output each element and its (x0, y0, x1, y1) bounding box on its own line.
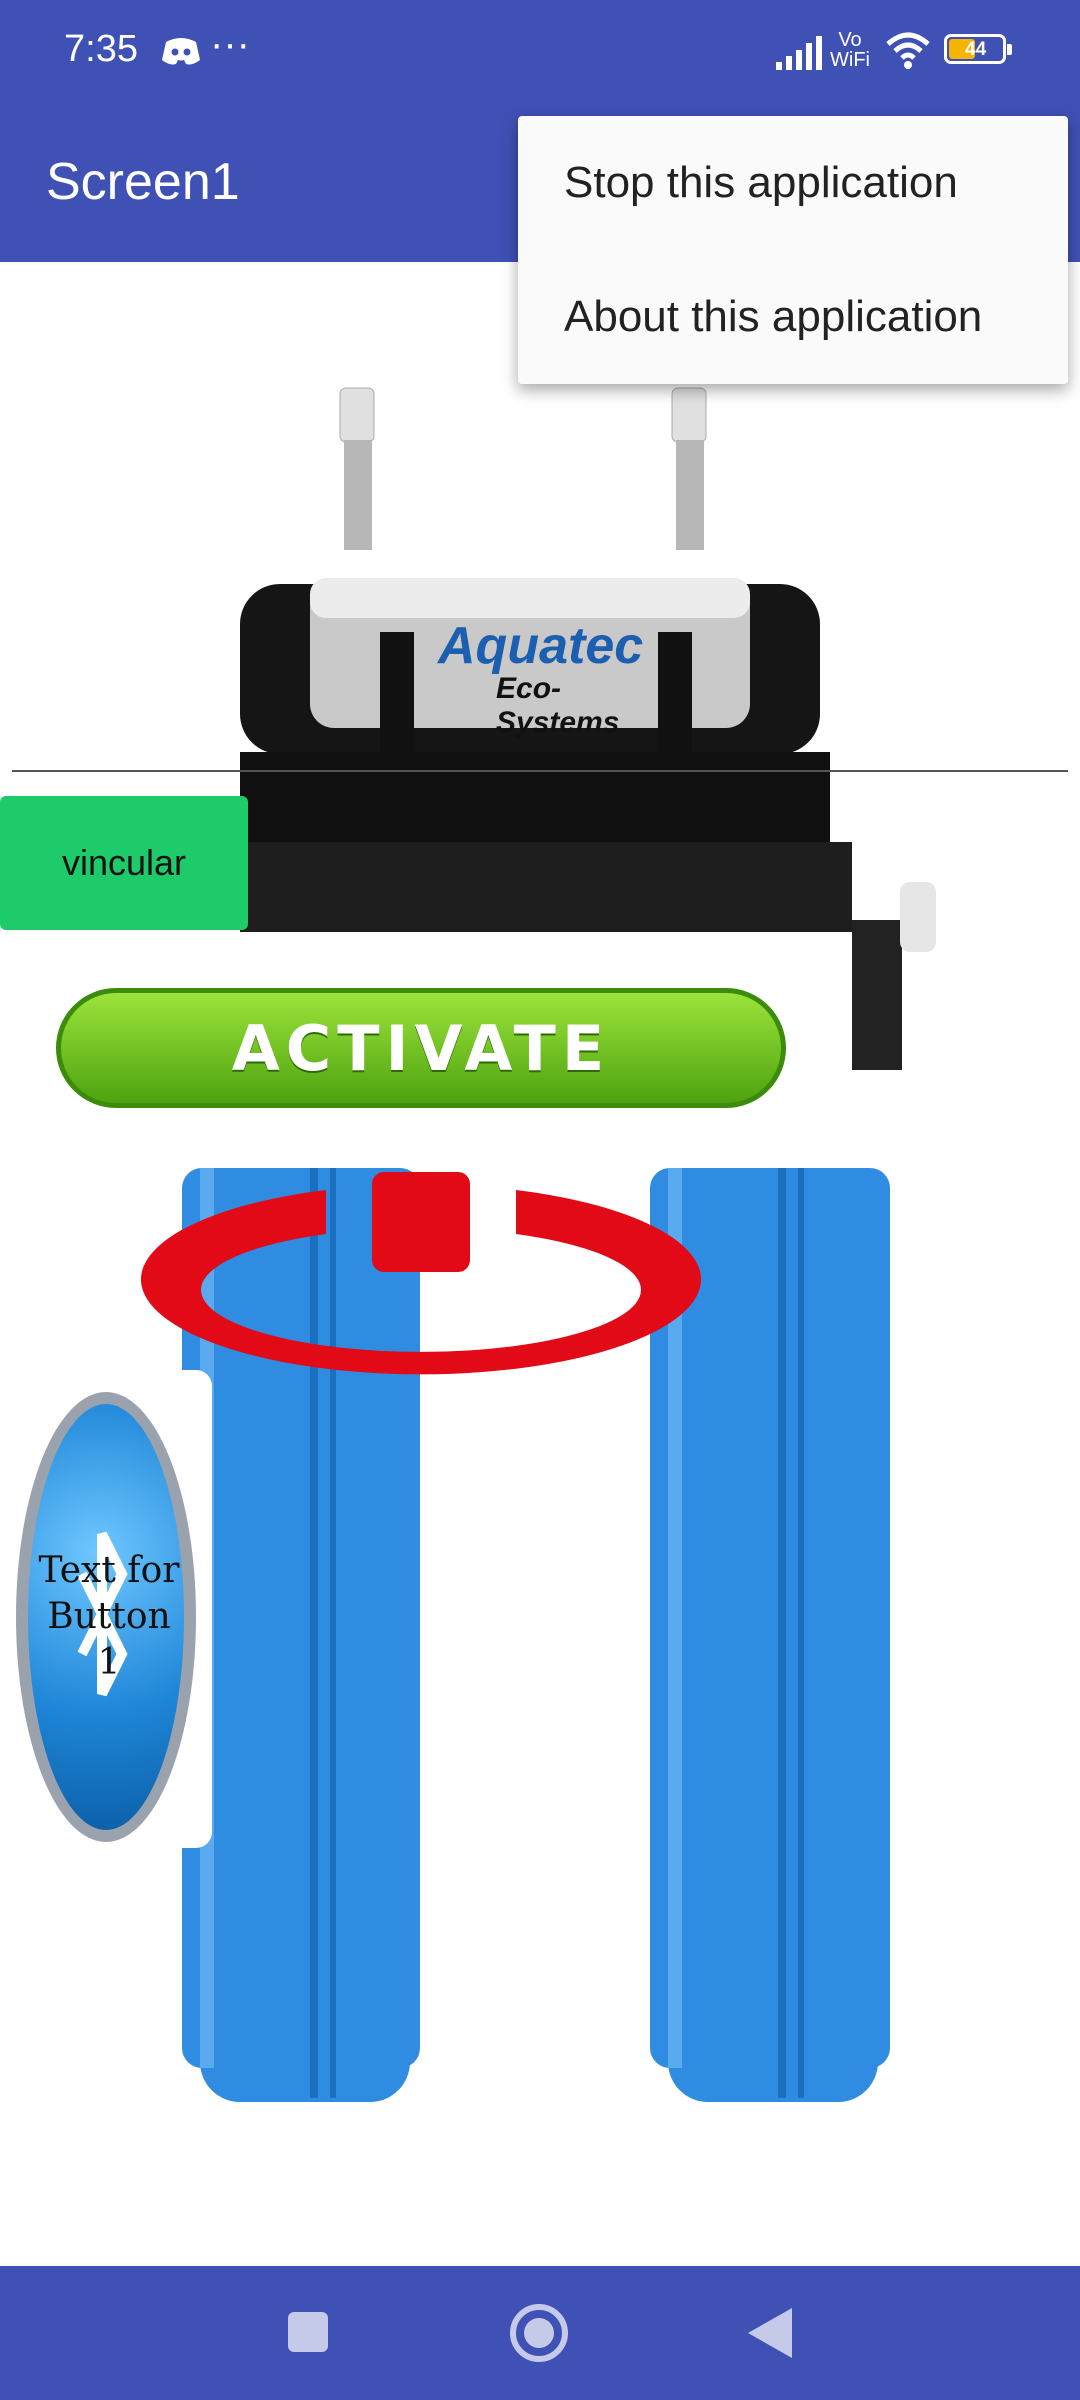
horizontal-divider (12, 770, 1068, 772)
more-notifications-icon: ··· (210, 22, 250, 66)
app-title: Screen1 (46, 153, 240, 211)
bluetooth-button-label: Text for Button 1 (38, 1550, 180, 1683)
navigation-bar (0, 2266, 1080, 2400)
main-content: Aquatec Eco-Systems vincular ACTIVATE Te… (0, 262, 1080, 2266)
vowifi-indicator: Vo WiFi (830, 30, 870, 70)
aquatec-logo: Aquatec Eco-Systems (438, 620, 658, 740)
bluetooth-button[interactable]: Text for Button 1 (16, 1392, 196, 1842)
status-time: 7:35 (64, 28, 138, 70)
status-bar: 7:35 ··· Vo WiFi 44 (0, 0, 1080, 100)
menu-item-stop-app[interactable]: Stop this application (518, 116, 1068, 250)
vowifi-top-label: Vo (838, 29, 862, 51)
home-circle-icon[interactable] (508, 2302, 570, 2364)
activate-button[interactable]: ACTIVATE (56, 988, 786, 1108)
menu-item-about-app[interactable]: About this application (518, 250, 1068, 384)
link-button[interactable]: vincular (0, 796, 248, 930)
power-icon[interactable] (136, 1172, 708, 1382)
aquatec-logo-subtext: Eco-Systems (496, 672, 620, 739)
cell-signal-icon (776, 36, 822, 70)
overflow-menu: Stop this application About this applica… (518, 116, 1068, 384)
discord-icon (162, 38, 200, 65)
battery-level: 44 (965, 39, 987, 60)
aquatec-logo-text: Aquatec (438, 617, 644, 675)
vowifi-bottom-label: WiFi (830, 49, 870, 71)
back-triangle-icon[interactable] (748, 2308, 792, 2358)
wifi-icon (886, 32, 930, 69)
battery-icon: 44 (944, 34, 1012, 64)
recents-square-icon[interactable] (288, 2312, 328, 2352)
